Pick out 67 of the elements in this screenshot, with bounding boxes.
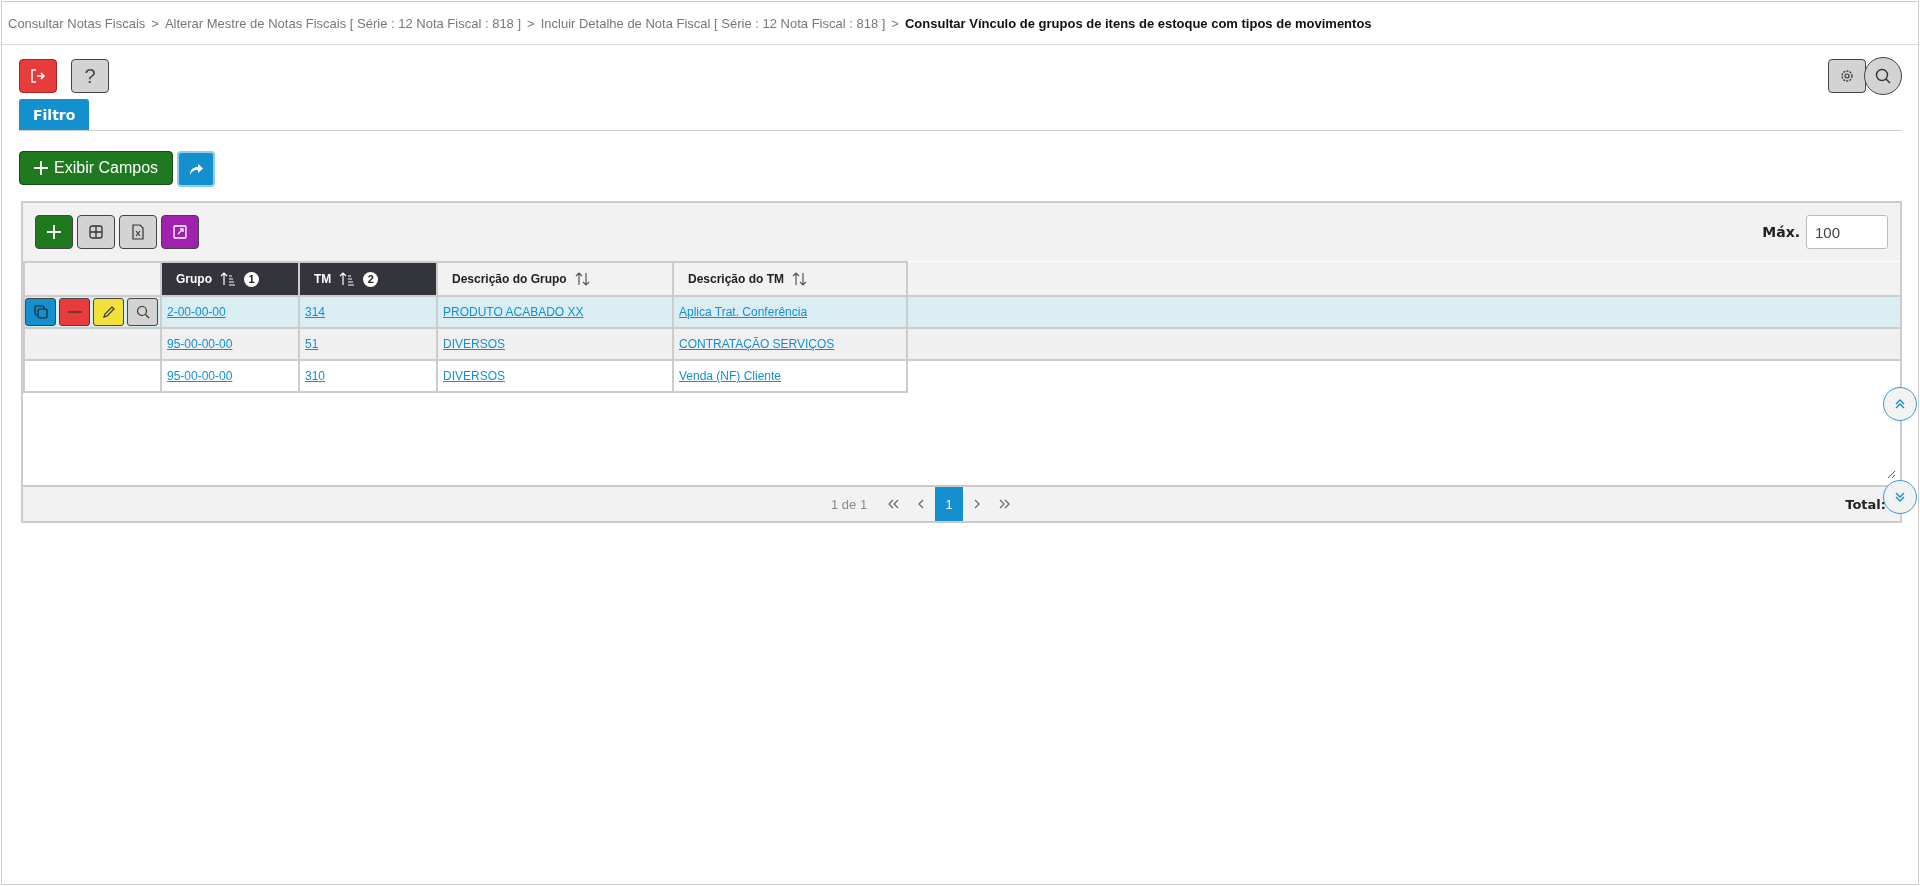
plus-icon xyxy=(47,225,61,239)
table-row[interactable]: 95-00-00-00 51 DIVERSOS CONTRATAÇÃO SERVIÇOS xyxy=(24,328,1900,360)
expand-icon xyxy=(172,224,188,240)
grid-button[interactable] xyxy=(77,215,115,249)
copy-button[interactable] xyxy=(25,298,56,326)
edit-button[interactable] xyxy=(93,298,124,326)
breadcrumb-separator: > xyxy=(527,15,535,31)
sort-order-badge: 1 xyxy=(244,271,259,287)
max-field[interactable]: 100 xyxy=(1806,215,1888,249)
table-link[interactable]: 51 xyxy=(305,337,319,351)
grid-icon xyxy=(88,224,104,240)
breadcrumb-separator: > xyxy=(891,15,899,31)
table-link[interactable]: Venda (NF) Cliente xyxy=(679,369,782,383)
pencil-icon xyxy=(101,305,116,319)
column-header[interactable]: Descrição do Grupo xyxy=(437,262,673,296)
double-chevron-down-icon xyxy=(1894,491,1906,503)
plus-icon xyxy=(34,161,48,175)
page-summary: 1 de 1 xyxy=(831,496,868,512)
double-chevron-right-icon xyxy=(999,499,1012,509)
table-row[interactable]: 95-00-00-00 310 DIVERSOS Venda (NF) Cliente xyxy=(24,360,1900,392)
sort-ascending-icon xyxy=(220,271,236,287)
settings-button[interactable] xyxy=(1828,59,1866,93)
sort-ascending-icon xyxy=(339,271,356,287)
page-button[interactable]: 1 xyxy=(935,487,964,521)
column-header[interactable]: Grupo 1 xyxy=(161,262,299,296)
breadcrumb-link[interactable]: Consultar Notas Fiscais xyxy=(8,15,146,31)
table-link[interactable]: DIVERSOS xyxy=(443,337,505,351)
table-link[interactable]: DIVERSOS xyxy=(443,369,505,383)
show-fields-button[interactable]: Exibir Campos xyxy=(19,151,174,185)
view-button[interactable] xyxy=(127,298,158,326)
breadcrumb-link[interactable]: Incluir Detalhe de Nota Fiscal [ Série : 12 Nota Fiscal : 818 ] xyxy=(540,15,886,31)
filter-tab[interactable]: Filtro xyxy=(19,99,90,130)
sort-icon xyxy=(792,271,809,287)
sort-icon xyxy=(574,271,591,287)
table-row[interactable]: 2-00-00-00 314 PRODUTO ACABADO XX Aplica Trat. Conferência xyxy=(24,296,1900,328)
minus-icon xyxy=(67,310,82,314)
exit-icon xyxy=(30,68,46,84)
total-label: Total: xyxy=(1845,496,1886,512)
column-header[interactable]: TM 2 xyxy=(299,262,437,296)
max-label: Máx. xyxy=(1762,224,1800,240)
copy-icon xyxy=(33,305,48,319)
expand-button[interactable] xyxy=(161,215,199,249)
scroll-bottom-button[interactable] xyxy=(1883,480,1917,514)
share-icon xyxy=(188,162,205,176)
sort-order-badge: 2 xyxy=(363,271,379,287)
add-button[interactable] xyxy=(35,215,73,249)
breadcrumb-link[interactable]: Alterar Mestre de Notas Fiscais [ Série : 12 Nota Fiscal : 818 ] xyxy=(164,15,522,31)
breadcrumb-current: Consultar Vínculo de grupos de itens de estoque com tipos de movimentos xyxy=(904,15,1372,31)
search-icon xyxy=(135,305,150,319)
table-link[interactable]: 2-00-00-00 xyxy=(167,305,226,319)
chevron-right-icon xyxy=(974,499,981,509)
exit-button[interactable] xyxy=(19,59,57,93)
help-button[interactable]: ? xyxy=(71,59,109,93)
table-link[interactable]: 314 xyxy=(305,305,326,319)
breadcrumb-separator: > xyxy=(151,15,159,31)
spreadsheet-export-button[interactable] xyxy=(119,215,157,249)
resize-handle-icon[interactable] xyxy=(1887,470,1896,479)
double-chevron-left-icon xyxy=(887,499,900,509)
search-icon xyxy=(1874,67,1892,85)
double-chevron-up-icon xyxy=(1894,398,1906,410)
share-button[interactable] xyxy=(177,151,216,187)
chevron-left-icon xyxy=(918,499,925,509)
search-button[interactable] xyxy=(1864,57,1902,95)
spreadsheet-file-icon xyxy=(131,224,145,240)
settings-icon xyxy=(1839,68,1855,84)
column-header[interactable]: Descrição do TM xyxy=(673,262,907,296)
table-link[interactable]: 310 xyxy=(305,369,326,383)
